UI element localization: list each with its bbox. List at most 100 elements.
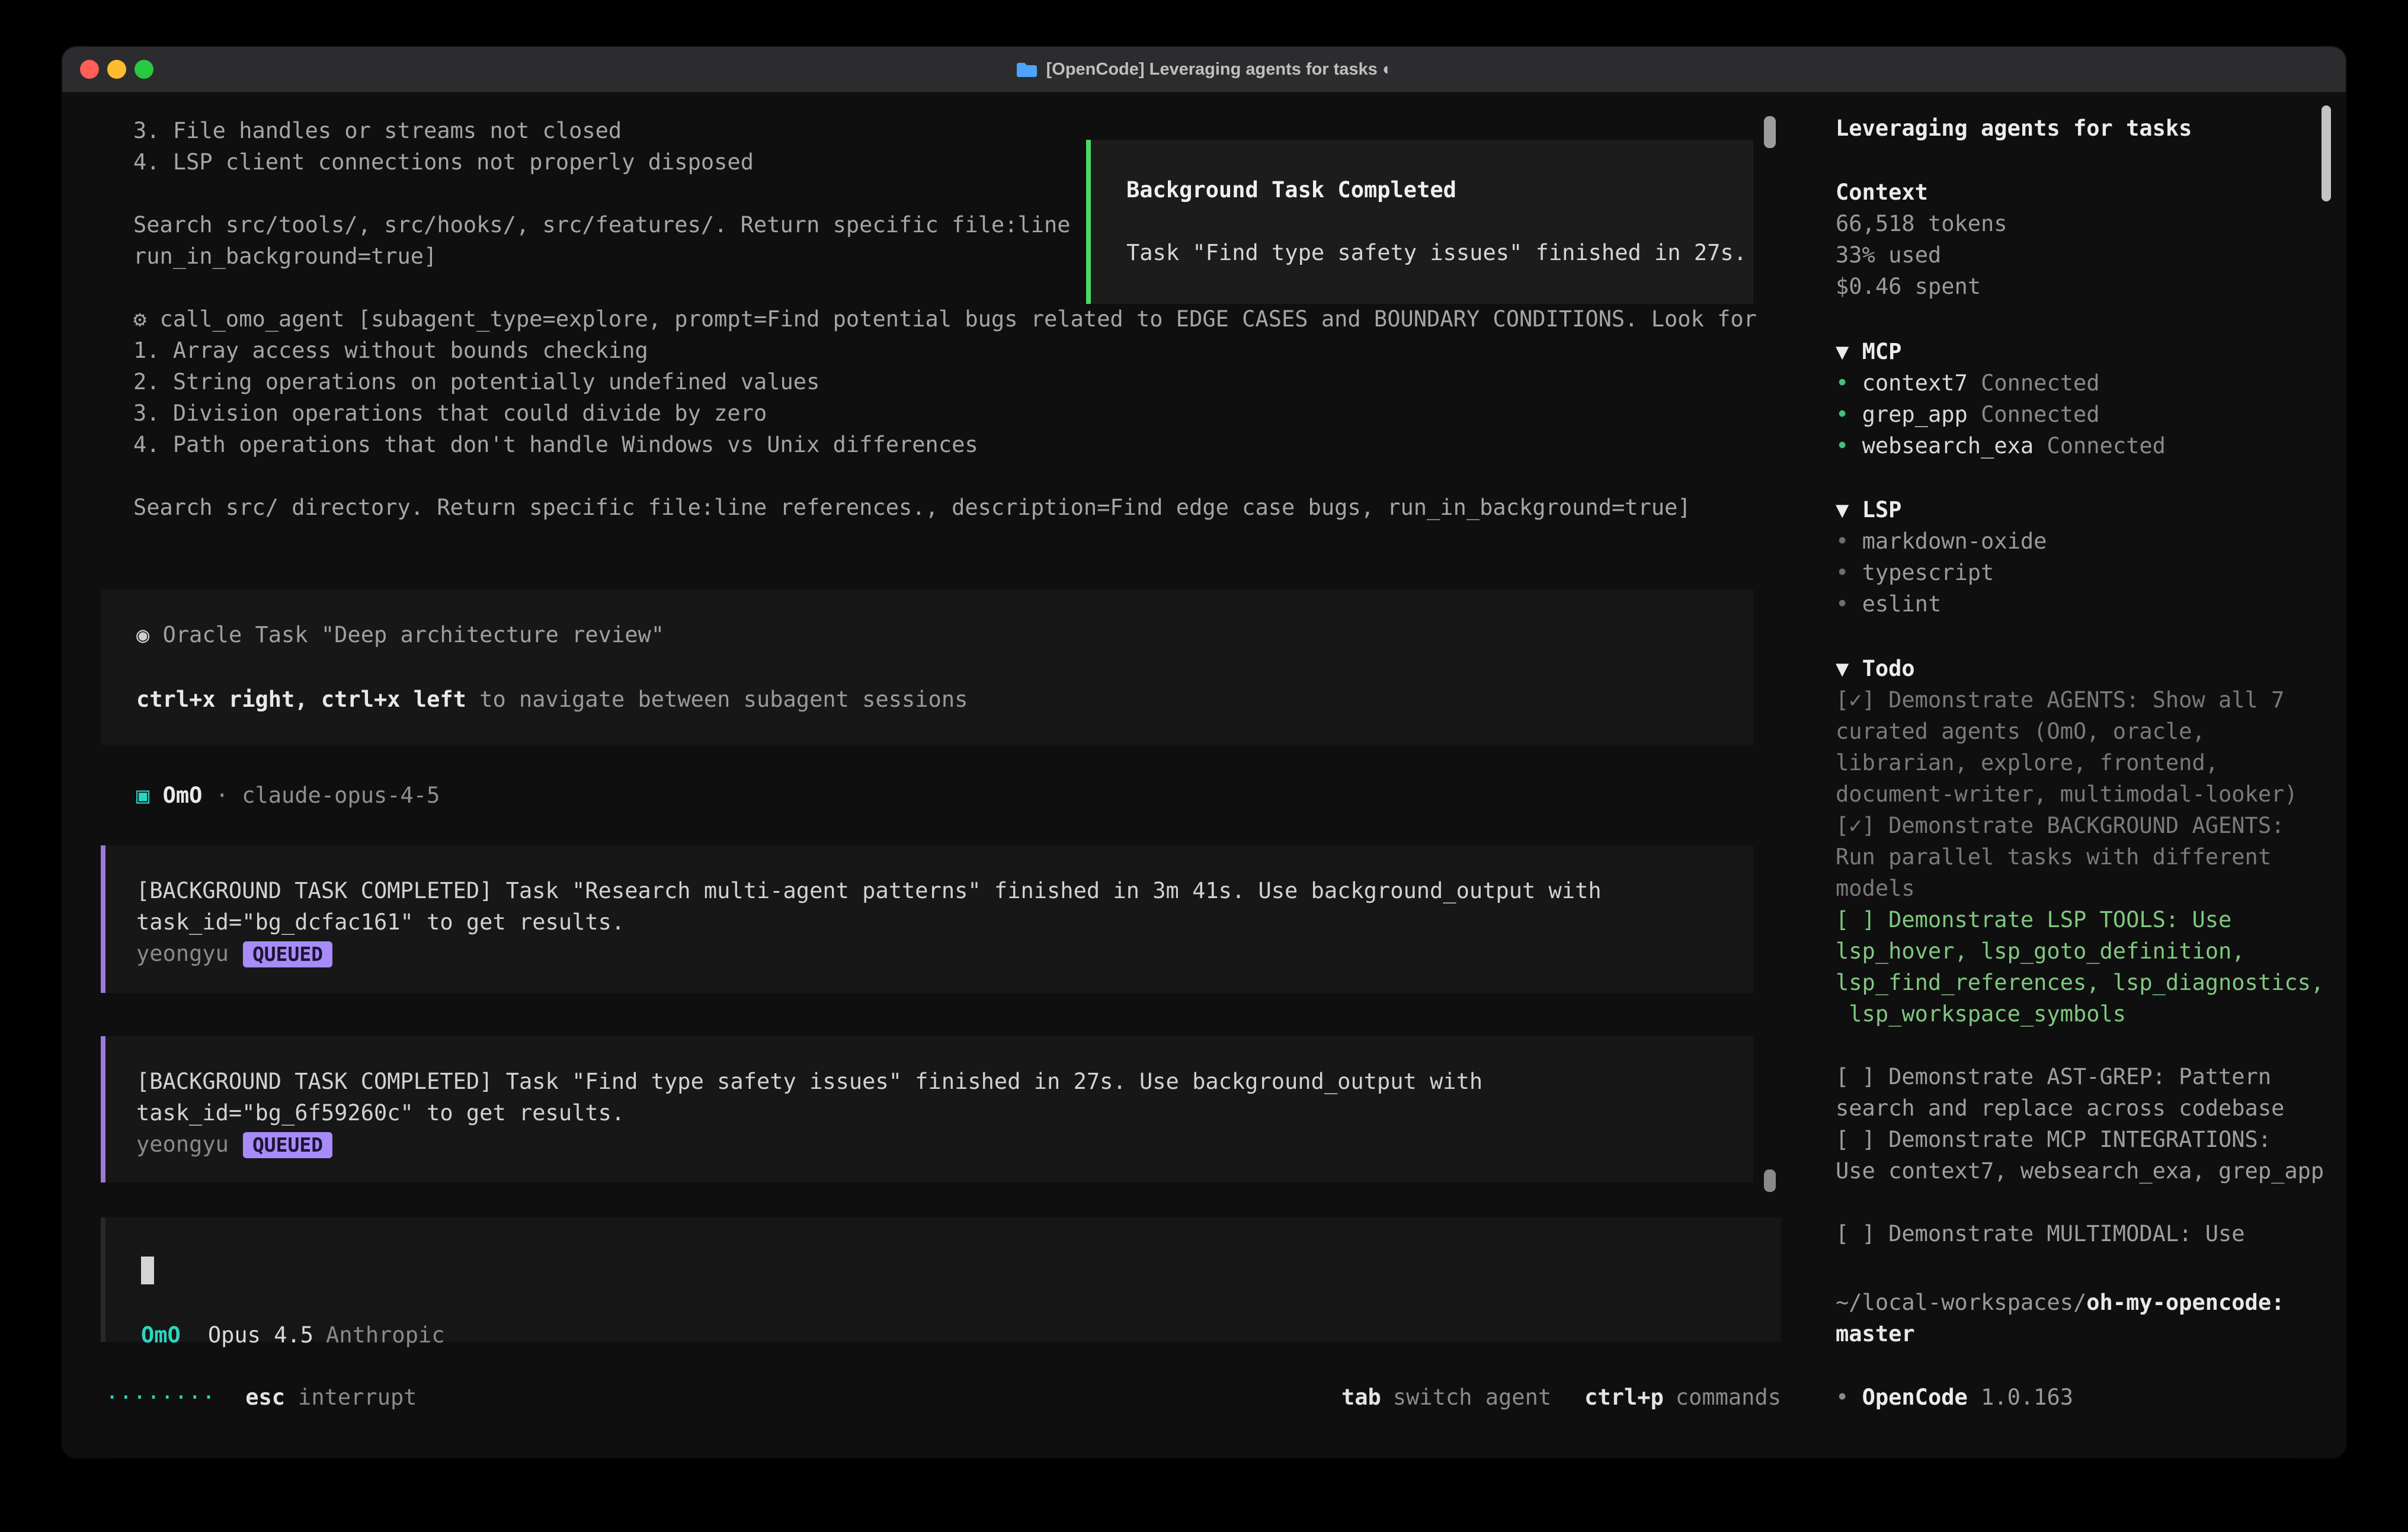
agent-model: claude-opus-4-5 — [242, 783, 440, 808]
message-line: [BACKGROUND TASK COMPLETED] Task "Resear… — [136, 875, 1735, 906]
workspace-path: ~/local-workspaces/oh-my-opencode: maste… — [1836, 1287, 2334, 1350]
mcp-server-status: Connected — [1981, 370, 2099, 396]
terminal-line: 2. String operations on potentially unde… — [133, 366, 1757, 398]
todo-line: [ ] Demonstrate MCP INTEGRATIONS: — [1836, 1124, 2334, 1155]
status-right: tabswitch agentctrl+pcommands — [1341, 1382, 1781, 1414]
titlebar: [OpenCode] Leveraging agents for tasks ◐ — [62, 47, 2346, 93]
lsp-item: • eslint — [1836, 588, 2334, 620]
notification-toast[interactable]: Background Task Completed Task "Find typ… — [1086, 140, 1753, 304]
sidebar: Leveraging agents for tasks Context 66,5… — [1811, 93, 2346, 1458]
main-scrollbar-thumb-bottom[interactable] — [1764, 1169, 1776, 1192]
todo-line: lsp_hover, lsp_goto_definition, — [1836, 935, 2334, 967]
close-button[interactable] — [80, 60, 99, 79]
message-line: task_id="bg_dcfac161" to get results. — [136, 906, 1735, 938]
mcp-section: ▼ MCP • context7 Connected • grep_app Co… — [1836, 336, 2334, 461]
tab-key-hint: tab — [1341, 1382, 1381, 1414]
zoom-button[interactable] — [135, 60, 153, 79]
mcp-server-name: context7 — [1862, 370, 1968, 396]
todo-line: curated agents (OmO, oracle, — [1836, 716, 2334, 747]
todo-line: [ ] Demonstrate LSP TOOLS: Use — [1836, 904, 2334, 935]
lsp-section: ▼ LSP • markdown-oxide • typescript • es… — [1836, 494, 2334, 620]
bullet-icon: • — [1836, 402, 1849, 427]
todo-line: [✓] Demonstrate BACKGROUND AGENTS: — [1836, 810, 2334, 841]
minimize-button[interactable] — [107, 60, 126, 79]
context-spent: $0.46 spent — [1836, 271, 2334, 302]
mcp-server-status: Connected — [2047, 433, 2165, 459]
model-selector-row: OmOOpus 4.5Anthropic — [141, 1319, 445, 1351]
bullet-icon: • — [1836, 528, 1849, 554]
traffic-lights — [80, 47, 153, 92]
message-line: [BACKGROUND TASK COMPLETED] Task "Find t… — [136, 1066, 1735, 1097]
oracle-task-panel[interactable]: ◉ Oracle Task "Deep architecture review"… — [101, 589, 1753, 745]
todo-line: models — [1836, 873, 2334, 904]
status-left: ········ esc interrupt — [105, 1382, 417, 1414]
message-author: yeongyu — [136, 1132, 229, 1157]
window-title: [OpenCode] Leveraging agents for tasks ◐ — [1016, 60, 1393, 79]
todo-line: [✓] Demonstrate AGENTS: Show all 7 — [1836, 684, 2334, 716]
prompt-input[interactable]: OmOOpus 4.5Anthropic — [101, 1217, 1781, 1342]
todo-item: [✓] Demonstrate AGENTS: Show all 7 curat… — [1836, 684, 2334, 810]
terminal-line: Search src/ directory. Return specific f… — [133, 492, 1757, 523]
mcp-item: • grep_app Connected — [1836, 399, 2334, 430]
todo-line: librarian, explore, frontend, — [1836, 747, 2334, 778]
todo-line: Run parallel tasks with different — [1836, 841, 2334, 873]
disclosure-triangle-icon: ▼ — [1836, 339, 1849, 364]
main-scrollbar-thumb-top[interactable] — [1764, 116, 1776, 148]
terminal-line: 4. Path operations that don't handle Win… — [133, 429, 1757, 460]
message-line: task_id="bg_6f59260c" to get results. — [136, 1097, 1735, 1129]
spinner-dots-icon: ········ — [105, 1382, 216, 1414]
text-cursor — [141, 1257, 154, 1284]
switch-agent-label: switch agent — [1393, 1382, 1551, 1414]
todo-item: [ ] Demonstrate AST-GREP: Pattern search… — [1836, 1061, 2334, 1124]
mcp-item: • websearch_exa Connected — [1836, 430, 2334, 461]
task-message-card[interactable]: [BACKGROUND TASK COMPLETED] Task "Resear… — [101, 845, 1753, 993]
terminal-line: 3. Division operations that could divide… — [133, 398, 1757, 429]
mcp-heading: MCP — [1862, 339, 1902, 364]
interrupt-label: interrupt — [298, 1382, 417, 1414]
bullet-icon: • — [1836, 370, 1849, 396]
shortcut-description: to navigate between subagent sessions — [466, 687, 968, 712]
status-bar: ········ esc interrupt tab switch agent ctrl… — [62, 1382, 1811, 1414]
disclosure-triangle-icon: ▼ — [1836, 497, 1849, 523]
lsp-server-name: typescript — [1862, 560, 1994, 585]
message-meta: yeongyu QUEUED — [136, 1129, 1735, 1160]
message-meta: yeongyuQUEUED — [136, 938, 1735, 969]
todo-heading: Todo — [1862, 656, 1915, 681]
app-name: OpenCode — [1862, 1384, 1968, 1410]
commands-key-hint: ctrl+p — [1584, 1382, 1664, 1414]
terminal-line — [133, 460, 1757, 492]
workspace-path-prefix: ~/local-workspaces/ — [1836, 1290, 2086, 1315]
todo-section: ▼ Todo [✓] Demonstrate AGENTS: Show all … — [1836, 653, 2334, 1249]
todo-line: document-writer, multimodal-looker) — [1836, 778, 2334, 810]
esc-key-hint: esc — [245, 1382, 285, 1414]
oracle-task-icon: ◉ — [136, 622, 149, 648]
mcp-server-name: websearch_exa — [1862, 433, 2034, 459]
app-version: 1.0.163 — [1981, 1384, 2073, 1410]
app-window: [OpenCode] Leveraging agents for tasks ◐… — [62, 47, 2346, 1458]
queued-badge: QUEUED — [243, 1132, 332, 1158]
workspace-branch: master — [1836, 1318, 2334, 1350]
oracle-task-title: Oracle Task "Deep architecture review" — [163, 622, 664, 648]
context-used: 33% used — [1836, 239, 2334, 271]
todo-item: [ ] Demonstrate MCP INTEGRATIONS: Use co… — [1836, 1124, 2334, 1187]
lsp-item: • typescript — [1836, 557, 2334, 588]
todo-item: [✓] Demonstrate BACKGROUND AGENTS: Run p… — [1836, 810, 2334, 904]
todo-line: [ ] Demonstrate AST-GREP: Pattern — [1836, 1061, 2334, 1092]
context-heading: Context — [1836, 177, 2334, 208]
todo-line: Use context7, websearch_exa, grep_app — [1836, 1155, 2334, 1187]
context-tokens: 66,518 tokens — [1836, 208, 2334, 239]
lsp-server-name: markdown-oxide — [1862, 528, 2047, 554]
agent-square-icon: ▣ — [136, 783, 149, 808]
task-message-card[interactable]: [BACKGROUND TASK COMPLETED] Task "Find t… — [101, 1036, 1753, 1182]
session-title: Leveraging agents for tasks — [1836, 113, 2334, 145]
todo-line: [ ] Demonstrate MULTIMODAL: Use — [1836, 1218, 2334, 1249]
bullet-icon: • — [1836, 1384, 1849, 1410]
lsp-server-name: eslint — [1862, 591, 1942, 617]
terminal-line: ⚙ call_omo_agent [subagent_type=explore,… — [133, 303, 1757, 335]
agent-name: OmO — [163, 783, 203, 808]
terminal-line: 1. Array access without bounds checking — [133, 335, 1757, 366]
bullet-icon: • — [1836, 591, 1849, 617]
todo-line: lsp_workspace_symbols — [1836, 998, 2334, 1030]
notification-title: Background Task Completed — [1126, 174, 1730, 206]
sidebar-scrollbar-thumb[interactable] — [2321, 105, 2331, 201]
